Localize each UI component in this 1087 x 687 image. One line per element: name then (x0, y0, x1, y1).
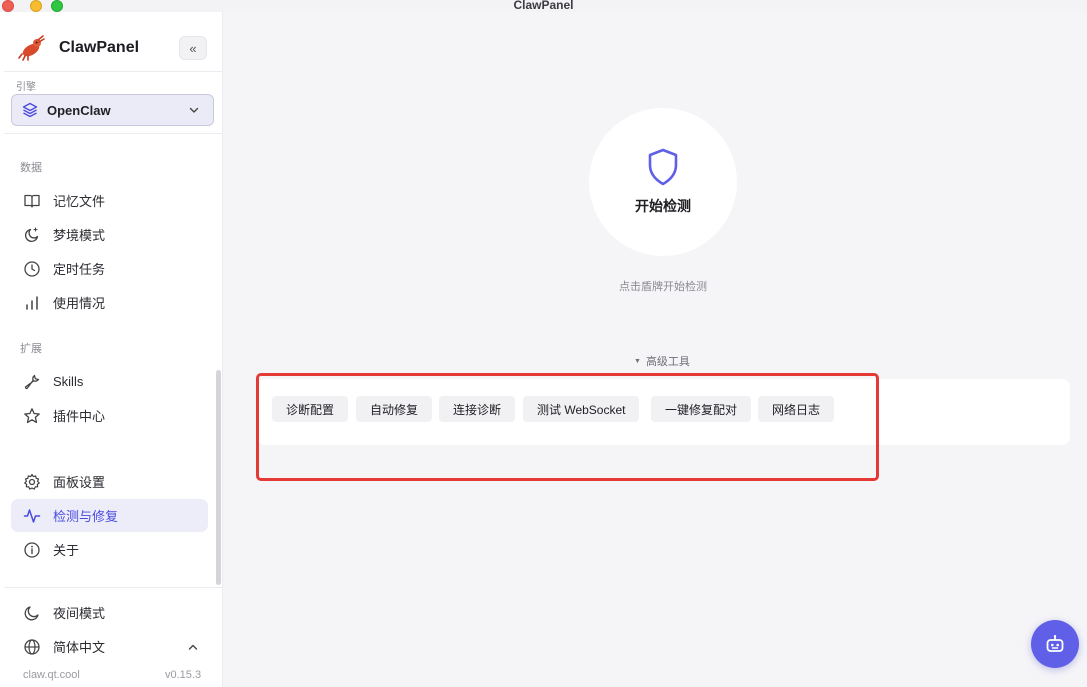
divider (4, 71, 222, 72)
shield-icon (648, 148, 678, 186)
info-icon (23, 541, 41, 559)
clock-icon (23, 260, 41, 278)
moon-icon (23, 604, 41, 622)
assistant-bot-button[interactable] (1031, 620, 1079, 668)
chevron-down-icon (189, 107, 199, 113)
layers-icon (22, 102, 38, 118)
sidebar: ClawPanel « 引擎 OpenClaw 数据 记忆文件 梦境模式 定时任… (0, 12, 223, 687)
sidebar-item-label: 梦境模式 (53, 228, 106, 243)
sidebar-item-label: Skills (53, 374, 84, 389)
sidebar-item-scheduled-tasks[interactable]: 定时任务 (11, 252, 208, 285)
robot-icon (1046, 635, 1064, 652)
sidebar-item-label: 面板设置 (53, 475, 106, 490)
sidebar-item-label: 插件中心 (53, 409, 106, 424)
brand: ClawPanel (18, 34, 139, 62)
app-name: ClawPanel (59, 39, 140, 56)
engine-select[interactable]: OpenClaw (11, 94, 214, 126)
section-label-extend: 扩展 (20, 343, 42, 355)
sidebar-item-memory-files[interactable]: 记忆文件 (11, 184, 208, 217)
language-label: 简体中文 (53, 640, 106, 655)
start-diagnose-button[interactable]: 开始检测 (589, 108, 737, 256)
sidebar-item-dream-mode[interactable]: 梦境模式 (11, 218, 208, 251)
sidebar-item-skills[interactable]: Skills (11, 365, 208, 398)
engine-label: 引擎 (16, 82, 36, 93)
sidebar-item-label: 记忆文件 (53, 194, 106, 209)
divider (4, 587, 222, 588)
book-icon (23, 192, 41, 210)
night-mode-label: 夜间模式 (53, 606, 106, 621)
advanced-tools-toggle[interactable]: ▼ 高级工具 (634, 353, 690, 369)
footer-url: claw.qt.cool (23, 669, 80, 681)
sidebar-item-diagnose-repair[interactable]: 检测与修复 (11, 499, 208, 532)
activity-icon (23, 507, 41, 525)
sidebar-item-panel-settings[interactable]: 面板设置 (11, 465, 208, 498)
sidebar-item-usage[interactable]: 使用情况 (11, 286, 208, 319)
night-mode-toggle[interactable]: 夜间模式 (11, 596, 208, 629)
globe-icon (23, 638, 41, 656)
main-content: 开始检测 点击盾牌开始检测 ▼ 高级工具 诊断配置 自动修复 连接诊断 测试 W… (223, 12, 1087, 687)
advanced-tools-label: 高级工具 (645, 356, 690, 368)
divider (4, 133, 222, 134)
window-title: ClawPanel (513, 0, 574, 12)
title-bar: ClawPanel (0, 0, 1087, 12)
bar-chart-icon (23, 294, 41, 312)
sidebar-item-label: 关于 (53, 543, 80, 558)
start-hint: 点击盾牌开始检测 (619, 281, 707, 293)
highlight-box (256, 373, 879, 481)
wrench-icon (23, 373, 41, 391)
gear-icon (23, 473, 41, 491)
chevron-up-icon (188, 644, 198, 650)
moon-star-icon (23, 226, 41, 244)
sidebar-item-label: 检测与修复 (53, 509, 119, 524)
collapse-sidebar-button[interactable]: « (179, 36, 207, 60)
section-label-data: 数据 (20, 162, 42, 174)
sidebar-scrollbar[interactable] (216, 370, 221, 585)
star-icon (23, 407, 41, 425)
sidebar-item-label: 使用情况 (53, 296, 106, 311)
footer-version: v0.15.3 (165, 669, 202, 681)
engine-selected-value: OpenClaw (47, 102, 111, 118)
sidebar-item-about[interactable]: 关于 (11, 533, 208, 566)
sidebar-item-label: 定时任务 (53, 262, 106, 277)
sidebar-item-plugin-center[interactable]: 插件中心 (11, 399, 208, 432)
caret-down-icon: ▼ (634, 357, 641, 365)
lobster-logo-icon (18, 35, 45, 61)
start-diagnose-label: 开始检测 (635, 198, 691, 214)
language-selector[interactable]: 简体中文 (11, 630, 208, 663)
